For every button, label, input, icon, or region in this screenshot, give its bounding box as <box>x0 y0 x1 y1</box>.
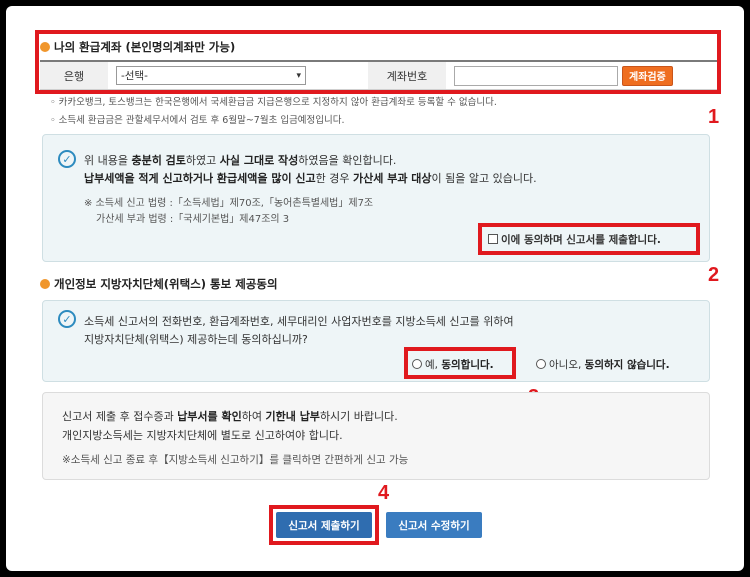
privacy-text-2: 지방자치단체(위택스) 제공하는데 동의하십니까? <box>84 333 308 346</box>
privacy-title-text: 개인정보 지방자치단체(위택스) 통보 제공동의 <box>54 277 278 291</box>
info-line-3: ※소득세 신고 종료 후【지방소득세 신고하기】를 클릭하면 간편하게 신고 가… <box>62 454 409 466</box>
note-refund-schedule: ◦ 소득세 환급금은 관할세무서에서 검토 후 6월말~7월초 입금예정입니다. <box>50 115 345 126</box>
radio-disagree[interactable]: 아니오, 동의하지 않습니다. <box>536 357 670 372</box>
highlight-box-3 <box>404 347 516 379</box>
highlight-box-4 <box>269 505 379 545</box>
check-circle-icon: ✓ <box>58 310 76 328</box>
note-kakao: ◦ 카카오뱅크, 토스뱅크는 한국은행에서 국세환급금 지급은행으로 지정하지 … <box>50 97 497 108</box>
privacy-text-1: 소득세 신고서의 전화번호, 환급계좌번호, 세무대리인 사업자번호를 지방소득… <box>84 315 514 328</box>
page-frame: 나의 환급계좌 (본인명의계좌만 가능) 은행 -선택- ▾ 계좌번호 계좌검증… <box>6 6 744 571</box>
highlight-box-1 <box>35 30 721 94</box>
law-reference-1: ※ 소득세 신고 법령 :「소득세법」제70조,「농어촌특별세법」제7조 <box>84 198 374 209</box>
annotation-number-4: 4 <box>378 482 390 504</box>
radio-icon[interactable] <box>536 359 546 369</box>
confirm-line-1: 위 내용을 충분히 검토하였고 사실 그대로 작성하였음을 확인합니다. <box>84 154 397 167</box>
confirm-line-2: 납부세액을 적게 신고하거나 환급세액을 많이 신고한 경우 가산세 부과 대상… <box>84 172 537 185</box>
note-refund-schedule-text: 소득세 환급금은 관할세무서에서 검토 후 6월말~7월초 입금예정입니다. <box>58 115 345 126</box>
privacy-title: 개인정보 지방자치단체(위택스) 통보 제공동의 <box>40 276 278 292</box>
orange-bullet-icon <box>40 279 50 289</box>
law-reference-2: 가산세 부과 법령 :「국세기본법」제47조의 3 <box>96 214 290 225</box>
annotation-number-1: 1 <box>708 106 720 128</box>
edit-return-button[interactable]: 신고서 수정하기 <box>386 512 482 538</box>
check-circle-icon: ✓ <box>58 150 76 168</box>
info-line-2: 개인지방소득세는 지방자치단체에 별도로 신고하여야 합니다. <box>62 429 343 442</box>
highlight-box-2 <box>478 223 700 255</box>
note-kakao-text: 카카오뱅크, 토스뱅크는 한국은행에서 국세환급금 지급은행으로 지정하지 않아… <box>58 97 497 108</box>
info-line-1: 신고서 제출 후 접수증과 납부서를 확인하여 기한내 납부하시기 바랍니다. <box>62 410 398 423</box>
annotation-number-2: 2 <box>708 264 720 286</box>
